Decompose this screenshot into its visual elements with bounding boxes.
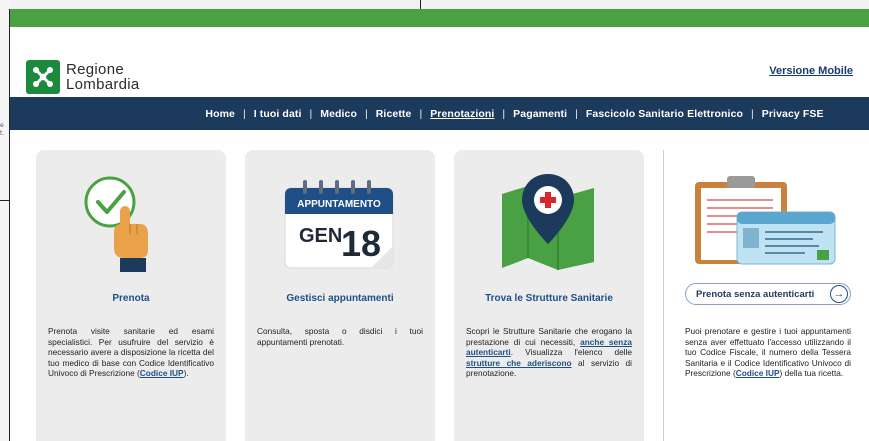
- nav-separator: |: [365, 107, 368, 120]
- card-prenota-text: Prenota visite sanitarie ed esami specia…: [48, 326, 214, 379]
- card-prenota-text-1: Prenota visite sanitarie ed esami specia…: [48, 326, 214, 379]
- prenota-senza-autenticarti-button[interactable]: Prenota senza autenticarti →: [685, 283, 851, 305]
- nav-medico[interactable]: Medico: [320, 108, 357, 120]
- logo-icon: [26, 60, 60, 94]
- calendar-month-text: GEN: [299, 225, 342, 247]
- calendar-header-text: APPUNTAMENTO: [297, 199, 381, 210]
- arrow-right-icon: →: [830, 285, 848, 303]
- nav-pagamenti[interactable]: Pagamenti: [513, 108, 567, 120]
- card-prenota-text-2: ).: [183, 368, 189, 379]
- card-prenota[interactable]: Prenota Prenota visite sanitarie ed esam…: [36, 150, 226, 441]
- nav-separator: |: [419, 107, 423, 120]
- nav-prenotazioni[interactable]: Prenotazioni: [430, 108, 494, 120]
- map-pin-icon: [454, 172, 644, 272]
- cards-divider: [663, 150, 664, 441]
- prenota-senza-autenticarti-label: Prenota senza autenticarti: [696, 288, 815, 300]
- card-prenota-senza-autenticarti: Prenota senza autenticarti → Puoi prenot…: [673, 150, 863, 441]
- card-trova-strutture[interactable]: Trova le Strutture Sanitarie Scopri le S…: [454, 150, 644, 441]
- nav-i-tuoi-dati[interactable]: I tuoi dati: [254, 108, 302, 120]
- main-navbar: Home | I tuoi dati | Medico | Ricette | …: [10, 97, 869, 130]
- card-senza-auth-text-2: ) della tua ricetta.: [779, 368, 844, 379]
- nav-privacy-fse[interactable]: Privacy FSE: [762, 108, 824, 120]
- nav-ricette[interactable]: Ricette: [376, 108, 412, 120]
- health-card-clipboard-icon: [673, 172, 863, 272]
- background-divider: [0, 200, 9, 201]
- codice-iup-link[interactable]: Codice IUP: [736, 368, 780, 378]
- codice-iup-link[interactable]: Codice IUP: [140, 368, 184, 378]
- hand-check-icon: [36, 172, 226, 272]
- nav-separator: |: [575, 107, 578, 120]
- nav-fascicolo[interactable]: Fascicolo Sanitario Elettronico: [586, 108, 743, 120]
- strutture-aderenti-link[interactable]: strutture che aderiscono: [466, 358, 572, 368]
- card-strutture-title[interactable]: Trova le Strutture Sanitarie: [454, 293, 644, 304]
- nav-separator: |: [751, 107, 754, 120]
- card-appuntamenti-title[interactable]: Gestisci appuntamenti: [245, 293, 435, 304]
- card-prenota-title[interactable]: Prenota: [36, 293, 226, 304]
- main-content: Prenota Prenota visite sanitarie ed esam…: [10, 130, 869, 441]
- nav-separator: |: [502, 107, 506, 120]
- regione-lombardia-logo[interactable]: Regione Lombardia: [26, 60, 140, 94]
- browser-window: Regione Lombardia Versione Mobile Home |…: [9, 9, 869, 441]
- nav-separator: |: [243, 107, 246, 120]
- nav-home[interactable]: Home: [205, 108, 235, 120]
- logo-text: Regione Lombardia: [66, 62, 140, 92]
- calendar-day-text: 18: [341, 223, 381, 264]
- site-header: Regione Lombardia Versione Mobile: [10, 27, 869, 97]
- card-senza-auth-text: Puoi prenotare e gestire i tuoi appuntam…: [685, 326, 851, 379]
- card-strutture-text: Scopri le Strutture Sanitarie che erogan…: [466, 326, 632, 379]
- nav-separator: |: [309, 107, 313, 120]
- card-gestisci-appuntamenti[interactable]: APPUNTAMENTO GEN 18 Gestisci appuntament…: [245, 150, 435, 441]
- calendar-icon: APPUNTAMENTO GEN 18: [245, 172, 435, 272]
- mobile-version-link[interactable]: Versione Mobile: [769, 65, 853, 77]
- logo-line-2: Lombardia: [66, 76, 140, 93]
- background-divider: [420, 0, 421, 9]
- card-strutture-text-2: . Visualizza l'elenco delle: [510, 347, 632, 358]
- logo-line-1: Regione: [66, 61, 124, 78]
- card-appuntamenti-text: Consulta, sposta o disdici i tuoi appunt…: [257, 326, 423, 347]
- top-green-band: [10, 9, 869, 27]
